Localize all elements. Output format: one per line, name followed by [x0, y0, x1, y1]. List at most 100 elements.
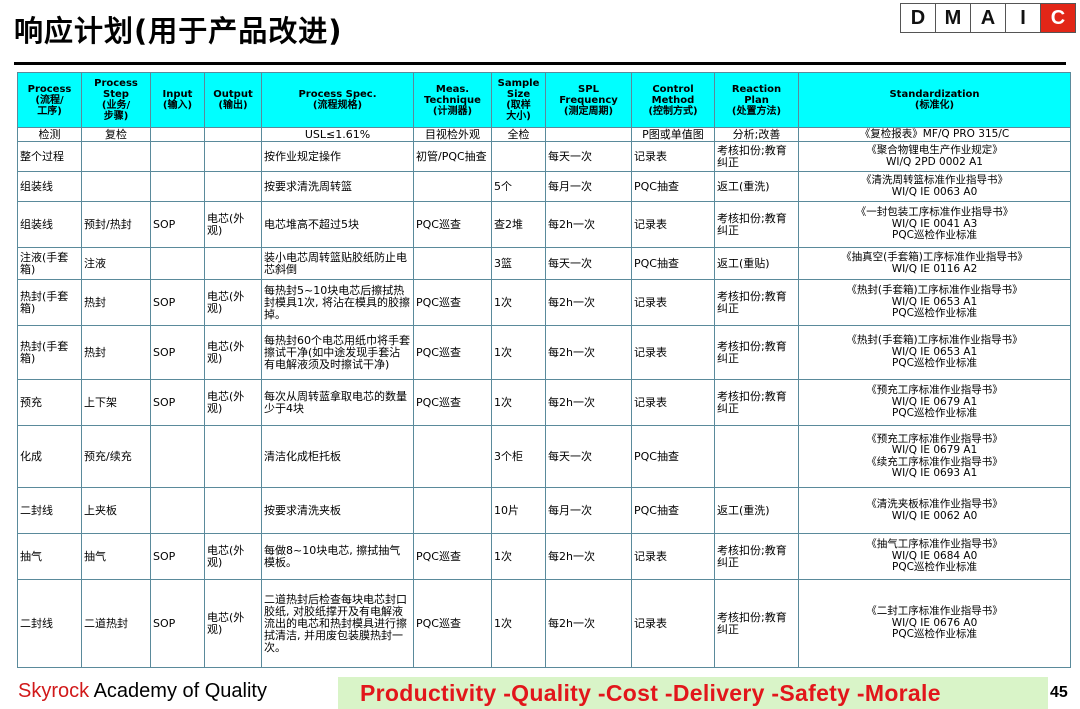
cell-freq: 每2h一次 [545, 325, 632, 380]
cell-step: 热封 [81, 279, 151, 326]
cell-process: 组装线 [17, 201, 82, 248]
header-line: (输入) [162, 100, 193, 111]
cell-input [150, 127, 205, 142]
cell-input [150, 425, 205, 488]
cell-sample: 1次 [491, 533, 546, 580]
cell-spec: 装小电芯周转篮贴胶纸防止电芯斜倒 [261, 247, 414, 280]
header-line: (流程规格) [312, 100, 363, 111]
cell-std: 《一封包装工序标准作业指导书》 WI/Q IE 0041 A3 PQC巡检作业标准 [798, 201, 1071, 248]
cell-step: 注液 [81, 247, 151, 280]
cell-freq: 每天一次 [545, 425, 632, 488]
header-line: Process Spec. [298, 89, 377, 100]
header-std: Standardization (标准化) [798, 72, 1071, 128]
standard-line: 《清洗夹板标准作业指导书》 [866, 498, 1003, 510]
cell-reaction: 考核扣份;教育纠正 [714, 141, 799, 172]
cell-reaction: 考核扣份;教育纠正 [714, 201, 799, 248]
cell-freq: 每2h一次 [545, 379, 632, 426]
cell-sample: 3篮 [491, 247, 546, 280]
cell-step: 热封 [81, 325, 151, 380]
cell-input: SOP [150, 579, 205, 668]
table-row: 热封(手套箱) 热封 SOP 电芯(外观) 每热封60个电芯用纸巾将手套擦试干净(如中途… [17, 325, 1071, 380]
cell-control: PQC抽查 [631, 487, 715, 534]
header-line: Plan [744, 94, 769, 106]
footer-banner: Productivity -Quality -Cost -Delivery -S… [338, 677, 1048, 709]
header-line: Input [162, 89, 193, 100]
cell-process: 热封(手套箱) [17, 325, 82, 380]
cell-step: 上下架 [81, 379, 151, 426]
cell-step [81, 171, 151, 202]
header-meas: Meas. Technique (计测器) [413, 72, 492, 128]
header-line: (控制方式) [648, 105, 698, 117]
cell-reaction: 考核扣份;教育纠正 [714, 579, 799, 668]
cell-std: 《清洗夹板标准作业指导书》 WI/Q IE 0062 A0 [798, 487, 1071, 534]
header-line: (取样 [506, 100, 531, 111]
cell-spec: 清洁化成柜托板 [261, 425, 414, 488]
cell-reaction: 返工(重贴) [714, 247, 799, 280]
phase-c-active: C [1041, 4, 1075, 32]
table-row: 组装线 预封/热封 SOP 电芯(外观) 电芯堆高不超过5块 PQC巡查 查2堆 每2h一次记… [17, 201, 1071, 248]
cell-reaction: 考核扣份;教育纠正 [714, 379, 799, 426]
header-reaction: Reaction Plan (处置方法) [714, 72, 799, 128]
table-row: 二封线 上夹板 按要求清洗夹板 10片 每月一次 PQC抽查 返工(重洗) 《清洗夹板标准作业… [17, 487, 1071, 534]
cell-control: P图或单值图 [631, 127, 715, 142]
cell-std: 《预充工序标准作业指导书》 WI/Q IE 0679 A1 PQC巡检作业标准 [798, 379, 1071, 426]
cell-sample: 全检 [491, 127, 546, 142]
header-line: Standardization [889, 89, 980, 100]
cell-control: PQC抽查 [631, 425, 715, 488]
cell-reaction: 考核扣份;教育纠正 [714, 279, 799, 326]
cell-input [150, 171, 205, 202]
standard-line: 《聚合物锂电生产作业规定》 [866, 144, 1003, 156]
table-row: 二封线 二道热封 SOP 电芯(外观) 二道热封后检查每块电芯封口胶纸, 对胶纸撑开及有… [17, 579, 1071, 668]
cell-process: 组装线 [17, 171, 82, 202]
cell-step: 抽气 [81, 533, 151, 580]
header-line: (测定周期) [563, 105, 614, 117]
cell-sample: 1次 [491, 325, 546, 380]
footer-academy: Skyrock Academy of Quality [18, 680, 267, 703]
header-line: 大小) [506, 111, 531, 122]
cell-meas [413, 487, 492, 534]
cell-freq: 每月一次 [545, 487, 632, 534]
cell-freq: 每天一次 [545, 247, 632, 280]
cell-control: PQC抽查 [631, 171, 715, 202]
cell-meas: PQC巡查 [413, 201, 492, 248]
cell-input: SOP [150, 325, 205, 380]
page-number: 45 [1050, 684, 1068, 701]
phase-a: A [971, 4, 1006, 32]
cell-spec: USL≤1.61% [261, 127, 414, 142]
cell-input: SOP [150, 533, 205, 580]
cell-process: 预充 [17, 379, 82, 426]
header-line: (输出) [218, 100, 248, 111]
header-line: (业务/ [101, 100, 131, 111]
standard-line: 《复检报表》MF/Q PRO 315/C [859, 127, 1010, 140]
table-row: 抽气 抽气 SOP 电芯(外观) 每做8~10块电芯, 擦拭抽气模板。 PQC巡查 1次 每2… [17, 533, 1071, 580]
standard-line: 《抽真空(手套箱)工序标准作业指导书》 [841, 251, 1028, 263]
header-spec: Process Spec. (流程规格) [261, 72, 414, 128]
cell-output [204, 171, 262, 202]
standard-line: WI/Q IE 0063 A0 [891, 185, 978, 198]
cell-output: 电芯(外观) [204, 201, 262, 248]
cell-freq: 每月一次 [545, 171, 632, 202]
cell-sample [491, 141, 546, 172]
cell-freq [545, 127, 632, 142]
cell-meas [413, 171, 492, 202]
table-row: 热封(手套箱) 热封 SOP 电芯(外观) 每热封5~10块电芯后擦拭热封模具1次, 将… [17, 279, 1071, 326]
table-row: 化成 预充/续充 清洁化成柜托板 3个柜 每天一次 PQC抽查 《预充工序标准作业指导书》 W… [17, 425, 1071, 488]
standard-line: WI/Q IE 0679 A1 [891, 444, 978, 456]
page-title: 响应计划(用于产品改进) [14, 14, 343, 48]
cell-process: 二封线 [17, 579, 82, 668]
cell-std: 《抽真空(手套箱)工序标准作业指导书》 WI/Q IE 0116 A2 [798, 247, 1071, 280]
cell-spec: 每热封60个电芯用纸巾将手套擦试干净(如中途发现手套沾有电解液须及时擦试干净) [261, 325, 414, 380]
cell-meas: PQC巡查 [413, 279, 492, 326]
phase-d: D [901, 4, 936, 32]
cell-meas: PQC巡查 [413, 325, 492, 380]
cell-spec: 二道热封后检查每块电芯封口胶纸, 对胶纸撑开及有电解液流出的电芯和热封模具进行擦… [261, 579, 414, 668]
cell-sample: 3个柜 [491, 425, 546, 488]
cell-output: 电芯(外观) [204, 325, 262, 380]
header-line: SPL [578, 83, 599, 95]
standard-line: PQC巡检作业标准 [892, 307, 977, 320]
cell-process: 抽气 [17, 533, 82, 580]
cell-process: 整个过程 [17, 141, 82, 172]
header-line: Output [213, 89, 253, 100]
cell-std: 《预充工序标准作业指导书》 WI/Q IE 0679 A1 《续充工序标准作业指导书… [798, 425, 1071, 488]
header-output: Output (输出) [204, 72, 262, 128]
